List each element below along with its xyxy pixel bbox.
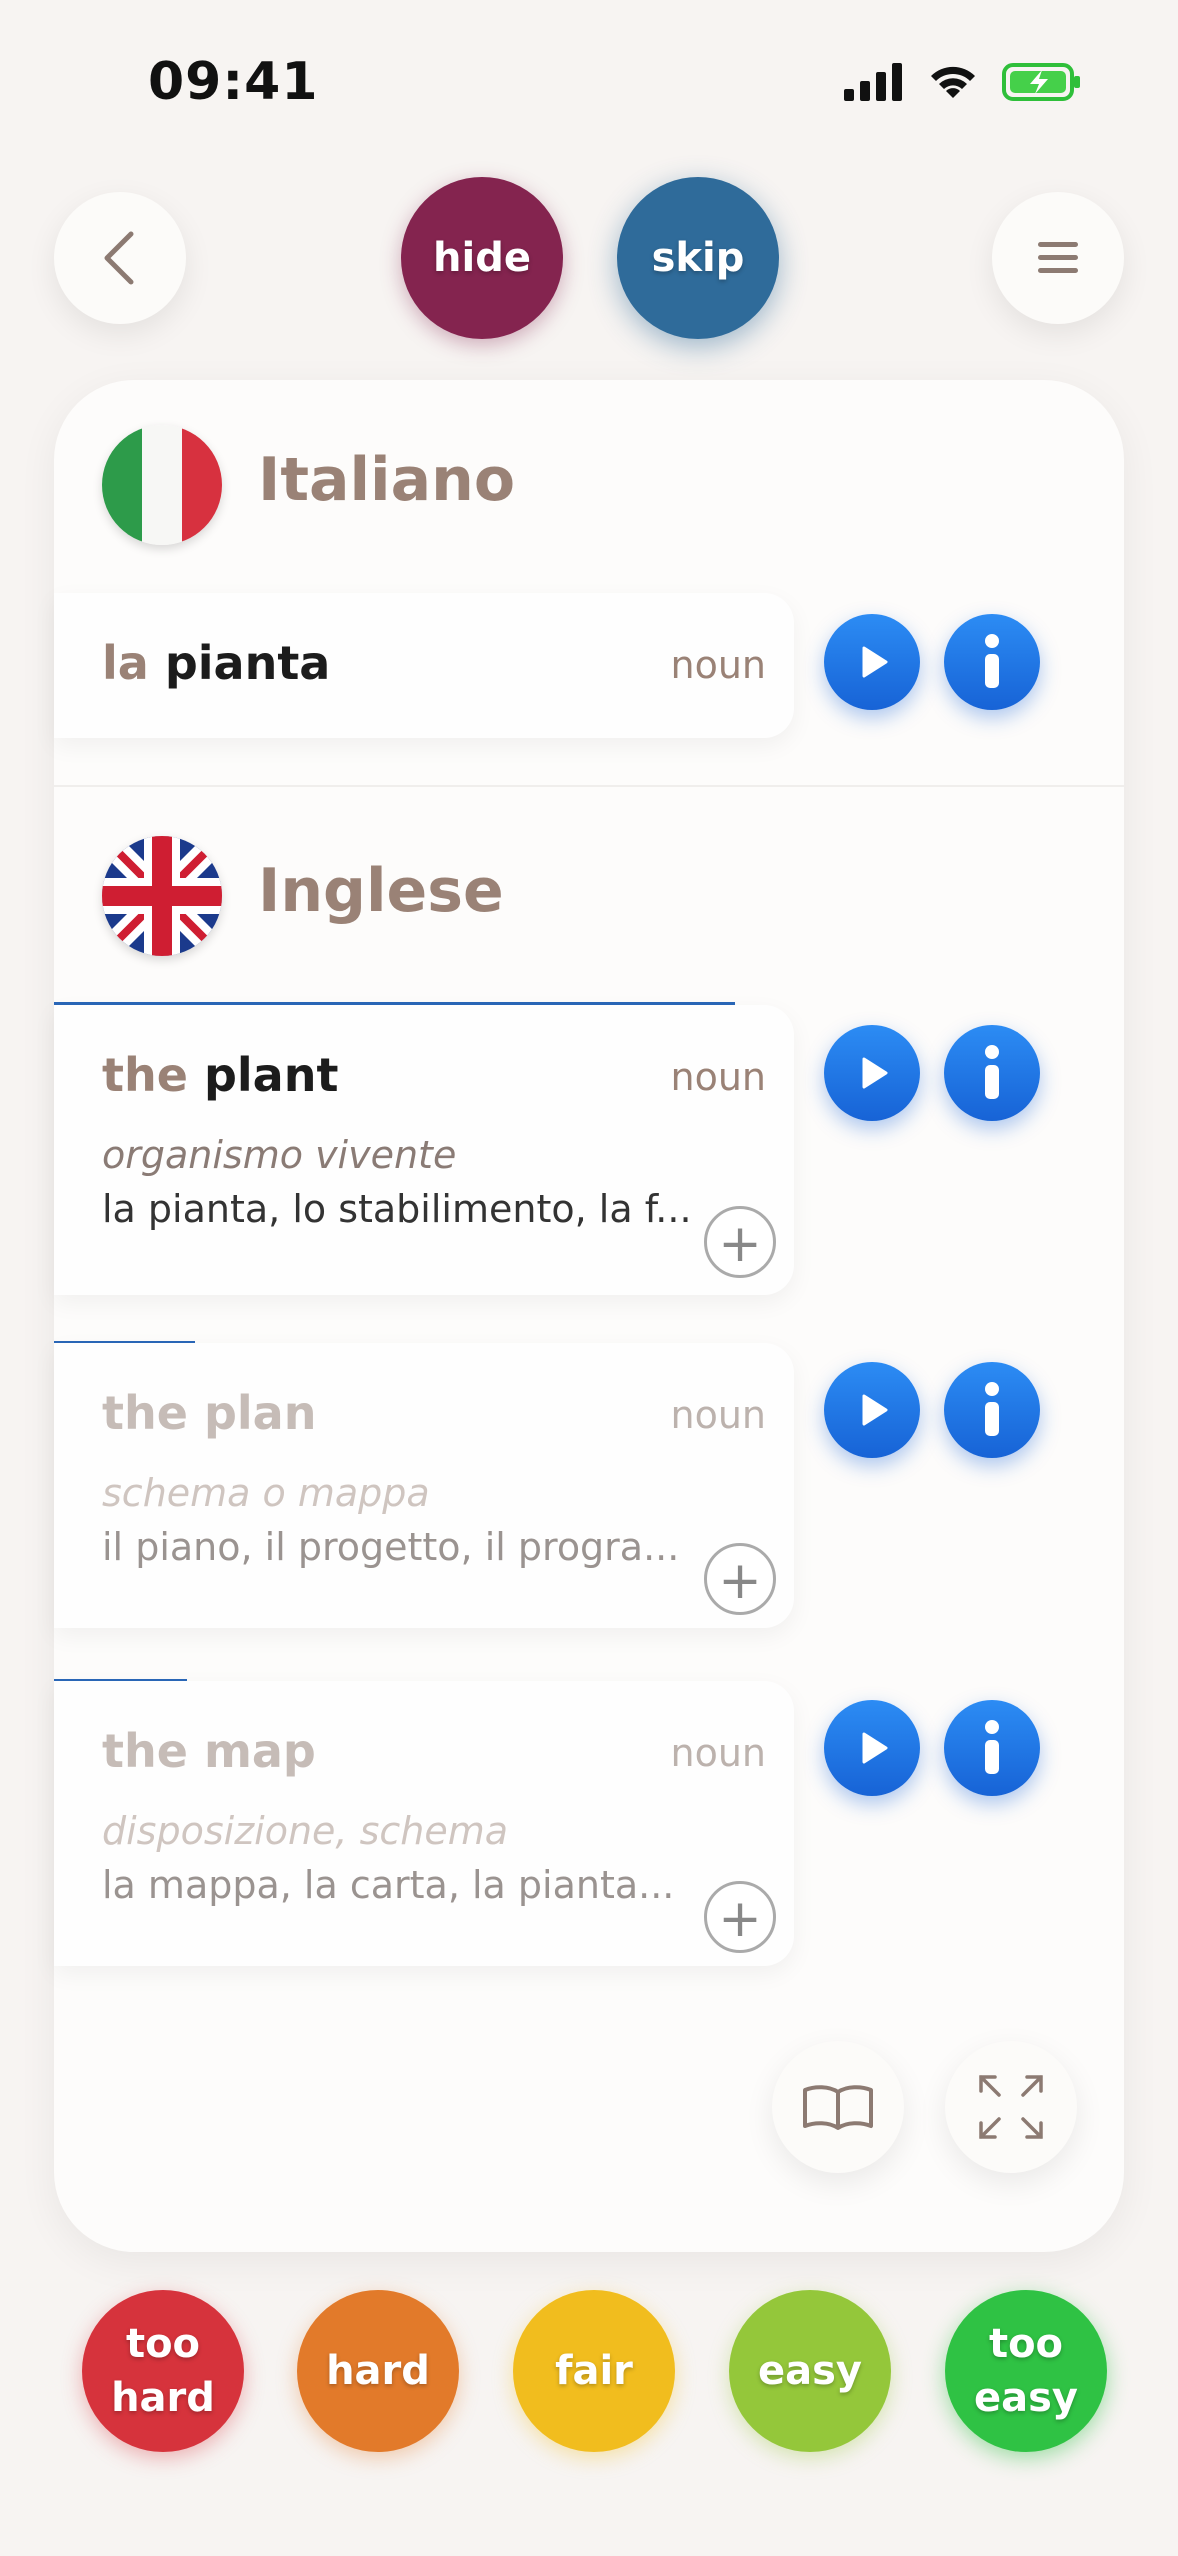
play-button[interactable] [824,614,920,710]
section-divider [54,785,1124,787]
play-button[interactable] [824,1700,920,1796]
skip-label: skip [651,235,745,281]
translation-synonyms: la mappa, la carta, la pianta... [102,1863,675,1907]
translation-gloss: disposizione, schema [102,1809,509,1853]
plus-icon: + [718,1889,762,1949]
source-word-card: la pianta noun [54,593,794,738]
add-button[interactable]: + [704,1543,776,1615]
source-article: la [102,636,149,690]
add-button[interactable]: + [704,1206,776,1278]
translation-synonyms: la pianta, lo stabilimento, la f... [102,1187,692,1231]
skip-button[interactable]: skip [617,177,779,339]
info-icon [985,1382,999,1436]
translation-gloss: organismo vivente [102,1133,457,1177]
plus-icon: + [718,1551,762,1611]
italy-flag-icon [102,425,222,545]
translation-article: the [102,1386,188,1440]
wifi-icon [931,66,975,98]
translation-card[interactable]: the plan noun schema o mappa il piano, i… [54,1343,794,1628]
dictionary-button[interactable] [772,2041,904,2173]
chevron-left-icon [104,231,134,285]
info-button[interactable] [944,614,1040,710]
rate-label: fair [555,2348,633,2394]
play-button[interactable] [824,1025,920,1121]
info-icon [985,634,999,688]
source-language-title: Italiano [258,445,516,515]
source-word-text: pianta [164,636,331,690]
status-time: 09:41 [148,52,319,112]
expand-button[interactable] [945,2041,1077,2173]
play-icon [862,1394,888,1426]
translation-pos: noun [670,1731,766,1775]
hamburger-icon [1038,242,1078,273]
translation-card[interactable]: the map noun disposizione, schema la map… [54,1681,794,1966]
uk-flag-icon [102,836,222,956]
info-icon [985,1045,999,1099]
translation-word: the plan [102,1386,316,1440]
translation-pos: noun [670,1055,766,1099]
translation-pos: noun [670,1393,766,1437]
translation-gloss: schema o mappa [102,1471,430,1515]
rate-hard-button[interactable]: hard [297,2290,459,2452]
info-button[interactable] [944,1025,1040,1121]
rate-easy-button[interactable]: easy [729,2290,891,2452]
battery-icon [1002,63,1080,101]
back-button[interactable] [54,192,186,324]
info-button[interactable] [944,1362,1040,1458]
info-icon [985,1720,999,1774]
status-icons [844,62,1082,102]
menu-button[interactable] [992,192,1124,324]
rate-label: too [988,2321,1064,2367]
rate-fair-button[interactable]: fair [513,2290,675,2452]
play-icon [862,1732,888,1764]
rate-too-easy-button[interactable]: too easy [945,2290,1107,2452]
rate-label: hard [326,2348,430,2394]
rate-label: too [125,2321,201,2367]
target-language-title: Inglese [258,856,504,926]
translation-article: the [102,1048,188,1102]
play-icon [862,1057,888,1089]
add-button[interactable]: + [704,1881,776,1953]
rate-too-hard-button[interactable]: too hard [82,2290,244,2452]
plus-icon: + [718,1214,762,1274]
translation-word-text: plant [203,1048,339,1102]
rate-label: easy [757,2348,862,2394]
play-button[interactable] [824,1362,920,1458]
play-icon [862,646,888,678]
book-icon [803,2085,873,2130]
translation-synonyms: il piano, il progetto, il progra... [102,1525,680,1569]
hide-button[interactable]: hide [401,177,563,339]
translation-word: the plant [102,1048,338,1102]
translation-card[interactable]: the plant noun organismo vivente la pian… [54,1005,794,1295]
source-word: la pianta [102,636,330,690]
rate-label: hard [111,2375,215,2421]
translation-word-text: map [203,1724,316,1778]
translation-article: the [102,1724,188,1778]
translation-word-text: plan [203,1386,317,1440]
rate-label: easy [973,2375,1078,2421]
info-button[interactable] [944,1700,1040,1796]
source-pos: noun [670,643,766,687]
expand-icon [979,2075,1043,2139]
hide-label: hide [433,235,531,281]
signal-icon [844,63,902,101]
translation-word: the map [102,1724,316,1778]
